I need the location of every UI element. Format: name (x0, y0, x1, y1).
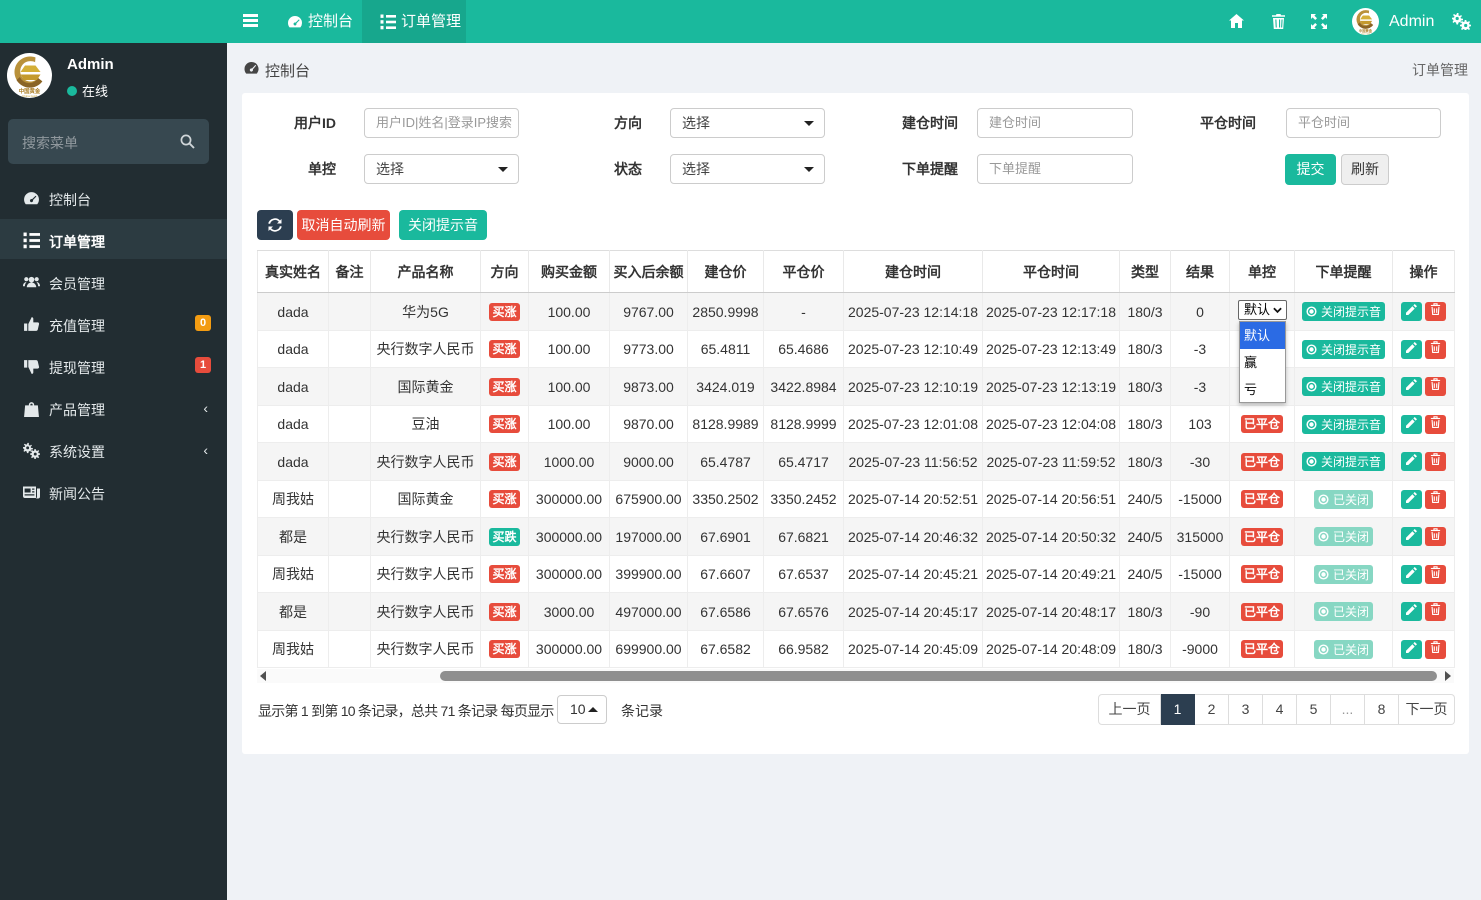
svg-text:China Gold: China Gold (1361, 33, 1370, 35)
svg-text:中国黄金: 中国黄金 (1359, 28, 1373, 33)
svg-text:China Gold: China Gold (22, 94, 37, 98)
